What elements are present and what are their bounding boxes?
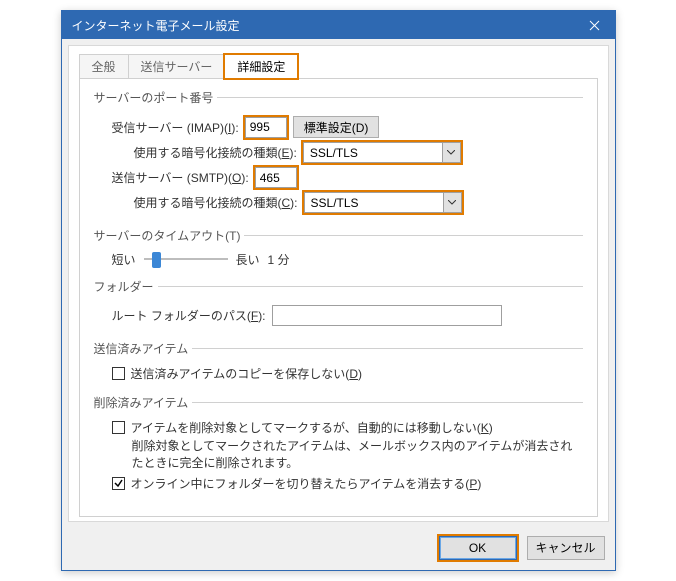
row-purge-cb: オンライン中にフォルダーを切り替えたらアイテムを消去する(P): [112, 475, 583, 492]
mark-delete-note: 削除対象としてマークされたアイテムは、メールボックス内のアイテムが消去されたとき…: [132, 438, 583, 473]
tab-strip: 全般 送信サーバー 詳細設定: [79, 54, 598, 79]
close-icon: [589, 20, 600, 31]
cancel-button[interactable]: キャンセル: [527, 536, 605, 560]
dialog-content: 全般 送信サーバー 詳細設定 サーバーのポート番号 受信サーバー (IMAP)(…: [68, 45, 609, 522]
row-root-folder: ルート フォルダーのパス(F):: [112, 305, 583, 326]
group-deleted: 削除済みアイテム アイテムを削除対象としてマークするが、自動的には移動しない(K…: [94, 394, 583, 498]
tab-general[interactable]: 全般: [79, 54, 129, 79]
group-deleted-label: 削除済みアイテム: [94, 394, 193, 411]
mark-delete-label: アイテムを削除対象としてマークするが、自動的には移動しない(K): [131, 419, 493, 436]
timeout-value: 1 分: [268, 251, 290, 268]
sent-no-copy-label: 送信済みアイテムのコピーを保存しない(D): [131, 365, 362, 382]
titlebar: インターネット電子メール設定: [62, 11, 615, 39]
chevron-down-icon: [442, 143, 460, 162]
row-incoming-encryption: 使用する暗号化接続の種類(E): SSL/TLS: [134, 142, 583, 163]
outgoing-encryption-label: 使用する暗号化接続の種類(C):: [134, 194, 298, 211]
group-timeout-label: サーバーのタイムアウト(T): [94, 227, 245, 244]
row-smtp-port: 送信サーバー (SMTP)(O):: [112, 167, 583, 188]
outgoing-encryption-value: SSL/TLS: [305, 193, 443, 212]
chevron-down-icon: [443, 193, 461, 212]
dialog-footer: OK キャンセル: [62, 528, 615, 570]
group-ports: サーバーのポート番号 受信サーバー (IMAP)(I): 標準設定(D) 使用す…: [94, 89, 583, 221]
group-ports-label: サーバーのポート番号: [94, 89, 218, 106]
row-timeout: 短い 長い 1 分: [112, 250, 583, 268]
timeout-short-label: 短い: [112, 251, 136, 268]
row-outgoing-encryption: 使用する暗号化接続の種類(C): SSL/TLS: [134, 192, 583, 213]
close-button[interactable]: [575, 11, 615, 39]
slider-thumb: [152, 252, 161, 268]
root-folder-label: ルート フォルダーのパス(F):: [112, 307, 266, 324]
purge-on-switch-label: オンライン中にフォルダーを切り替えたらアイテムを消去する(P): [131, 475, 482, 492]
row-sent-cb: 送信済みアイテムのコピーを保存しない(D): [112, 365, 583, 382]
incoming-encryption-value: SSL/TLS: [304, 143, 442, 162]
incoming-encryption-combo[interactable]: SSL/TLS: [303, 142, 461, 163]
mark-delete-checkbox[interactable]: [112, 421, 125, 434]
tab-outgoing-server[interactable]: 送信サーバー: [128, 54, 226, 79]
smtp-port-label: 送信サーバー (SMTP)(O):: [112, 169, 249, 186]
group-sent-label: 送信済みアイテム: [94, 340, 193, 357]
incoming-encryption-label: 使用する暗号化接続の種類(E):: [134, 144, 297, 161]
root-folder-input[interactable]: [272, 305, 502, 326]
default-settings-button[interactable]: 標準設定(D): [293, 116, 380, 138]
sent-no-copy-checkbox[interactable]: [112, 367, 125, 380]
group-sent: 送信済みアイテム 送信済みアイテムのコピーを保存しない(D): [94, 340, 583, 388]
timeout-slider[interactable]: [144, 250, 228, 268]
tab-advanced[interactable]: 詳細設定: [224, 54, 298, 79]
group-folder-label: フォルダー: [94, 278, 158, 295]
smtp-port-input[interactable]: [255, 167, 297, 188]
timeout-long-label: 長い: [236, 251, 260, 268]
row-imap-port: 受信サーバー (IMAP)(I): 標準設定(D): [112, 116, 583, 138]
ok-button[interactable]: OK: [439, 536, 517, 560]
purge-on-switch-checkbox[interactable]: [112, 477, 125, 490]
imap-port-input[interactable]: [245, 117, 287, 138]
outgoing-encryption-combo[interactable]: SSL/TLS: [304, 192, 462, 213]
group-timeout: サーバーのタイムアウト(T) 短い 長い 1 分: [94, 227, 583, 272]
imap-port-label: 受信サーバー (IMAP)(I):: [112, 119, 239, 136]
tab-body-advanced: サーバーのポート番号 受信サーバー (IMAP)(I): 標準設定(D) 使用す…: [79, 78, 598, 517]
window-title: インターネット電子メール設定: [72, 17, 240, 34]
dialog-window: インターネット電子メール設定 全般 送信サーバー 詳細設定 サーバーのポート番号…: [61, 10, 616, 571]
group-folder: フォルダー ルート フォルダーのパス(F):: [94, 278, 583, 334]
row-mark-delete-cb: アイテムを削除対象としてマークするが、自動的には移動しない(K): [112, 419, 583, 436]
